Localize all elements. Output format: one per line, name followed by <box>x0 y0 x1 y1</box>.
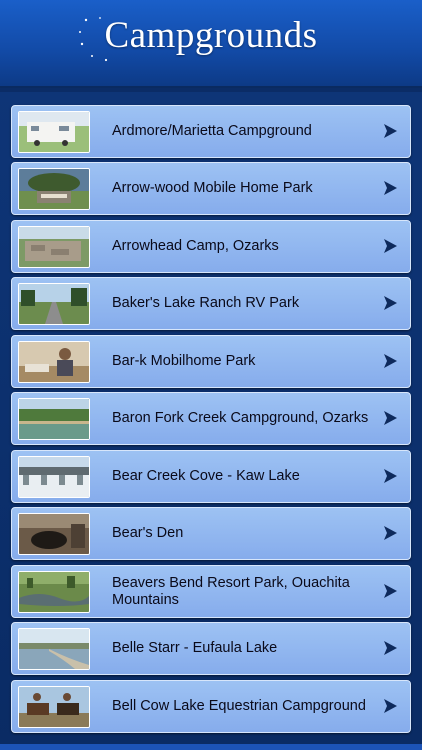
list-item[interactable]: Arrowhead Camp, Ozarks <box>11 220 411 273</box>
list-item-label: Bell Cow Lake Equestrian Campground <box>112 698 366 714</box>
rv-camper-thumbnail <box>18 111 90 153</box>
horse-riders-thumbnail <box>18 686 90 728</box>
stone-wall-thumbnail <box>18 226 90 268</box>
list-item-label: Belle Starr - Eufaula Lake <box>112 640 278 656</box>
chevron-right-icon <box>382 295 398 311</box>
chevron-right-icon <box>382 238 398 254</box>
list-item[interactable]: Belle Starr - Eufaula Lake <box>11 622 411 675</box>
list-item[interactable]: Bear Creek Cove - Kaw Lake <box>11 450 411 503</box>
forest-creek-thumbnail <box>18 571 90 613</box>
list-item[interactable]: Bear's Den <box>11 507 411 560</box>
dam-thumbnail <box>18 456 90 498</box>
people-thumbnail <box>18 341 90 383</box>
list-item-label: Baron Fork Creek Campground, Ozarks <box>112 410 369 426</box>
chevron-right-icon <box>382 468 398 484</box>
list-item-label: Arrow-wood Mobile Home Park <box>112 180 313 196</box>
list-item[interactable]: Ardmore/Marietta Campground <box>11 105 411 158</box>
list-item[interactable]: Beavers Bend Resort Park, Ouachita Mount… <box>11 565 411 618</box>
chevron-right-icon <box>382 180 398 196</box>
chevron-right-icon <box>382 525 398 541</box>
list-item[interactable]: Baron Fork Creek Campground, Ozarks <box>11 392 411 445</box>
list-item[interactable]: Bar-k Mobilhome Park <box>11 335 411 388</box>
list-item[interactable]: Bell Cow Lake Equestrian Campground <box>11 680 411 733</box>
chevron-right-icon <box>382 698 398 714</box>
chevron-right-icon <box>382 640 398 656</box>
campground-list: Ardmore/Marietta Campground Arrow-wood M… <box>0 92 422 750</box>
chevron-right-icon <box>382 123 398 139</box>
chevron-right-icon <box>382 353 398 369</box>
list-item-label: Ardmore/Marietta Campground <box>112 123 312 139</box>
park-sign-thumbnail <box>18 168 90 210</box>
lake-thumbnail <box>18 628 90 670</box>
cave-thumbnail <box>18 513 90 555</box>
road-trees-thumbnail <box>18 283 90 325</box>
bottom-bar <box>0 744 422 750</box>
list-item-label: Bear Creek Cove - Kaw Lake <box>112 468 300 484</box>
creek-thumbnail <box>18 398 90 440</box>
page-title: Campgrounds <box>104 15 318 56</box>
list-item-label: Arrowhead Camp, Ozarks <box>112 238 279 254</box>
list-item-label: Bar-k Mobilhome Park <box>112 353 256 369</box>
chevron-right-icon <box>382 410 398 426</box>
chevron-right-icon <box>382 583 398 599</box>
list-item[interactable]: Baker's Lake Ranch RV Park <box>11 277 411 330</box>
list-item[interactable]: Arrow-wood Mobile Home Park <box>11 162 411 215</box>
list-item-label: Bear's Den <box>112 525 184 541</box>
list-item-label: Beavers Bend Resort Park, Ouachita Mount… <box>112 574 350 608</box>
list-item-label: Baker's Lake Ranch RV Park <box>112 295 300 311</box>
app-header: Campgrounds <box>0 0 422 88</box>
